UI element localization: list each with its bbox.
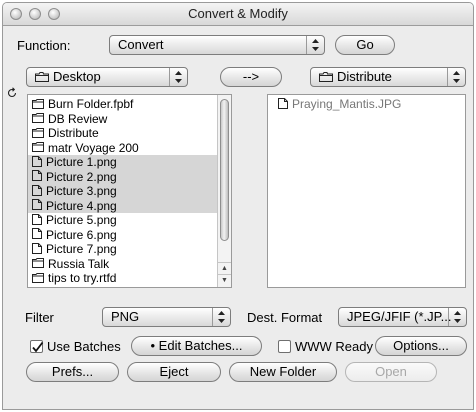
- list-item-label: DB Review: [48, 111, 108, 126]
- dest-format-popup[interactable]: JPEG/JFIF (*.JP...: [338, 307, 467, 327]
- list-item[interactable]: Picture 4.png: [28, 198, 231, 214]
- popup-arrows-icon: [448, 308, 466, 326]
- filter-popup[interactable]: PNG: [102, 307, 231, 327]
- popup-arrows-icon: [447, 68, 465, 86]
- file-icon: [32, 155, 42, 171]
- list-item[interactable]: Picture 5.png: [28, 213, 231, 228]
- list-item-label: Picture 4.png: [46, 198, 117, 213]
- source-location-popup[interactable]: Desktop: [26, 67, 188, 87]
- options-button[interactable]: Options...: [375, 336, 467, 356]
- www-ready-checkbox[interactable]: [278, 340, 291, 353]
- dest-format-popup-value: JPEG/JFIF (*.JP...: [347, 309, 452, 324]
- checkmark-icon: [32, 341, 44, 353]
- list-item-label: matr Voyage 200: [48, 140, 139, 155]
- file-icon: [32, 170, 42, 185]
- list-item[interactable]: matr Voyage 200: [28, 141, 231, 156]
- list-item-label: Picture 2.png: [46, 169, 117, 184]
- title-bar[interactable]: Convert & Modify: [3, 3, 473, 26]
- list-item[interactable]: Distribute: [28, 126, 231, 141]
- list-item[interactable]: Praying_Mantis.JPG: [274, 97, 465, 112]
- popup-arrows-icon: [169, 68, 187, 86]
- list-item-label: Russia Talk: [48, 256, 110, 271]
- transfer-button[interactable]: -->: [220, 67, 282, 87]
- list-item[interactable]: Picture 2.png: [28, 169, 231, 185]
- go-button[interactable]: Go: [335, 35, 395, 55]
- list-item[interactable]: DB Review: [28, 112, 231, 127]
- list-item[interactable]: Picture 7.png: [28, 242, 231, 257]
- function-label: Function:: [17, 38, 71, 53]
- folder-icon: [32, 127, 44, 142]
- destination-file-list[interactable]: Praying_Mantis.JPG: [267, 94, 466, 288]
- folder-icon: [319, 69, 333, 86]
- file-icon: [32, 228, 42, 243]
- list-item[interactable]: Picture 3.png: [28, 184, 231, 199]
- main-window: Convert & Modify Function: Convert Go De…: [2, 2, 474, 410]
- window-title: Convert & Modify: [188, 6, 288, 21]
- folder-icon: [32, 272, 44, 287]
- www-ready-label[interactable]: WWW Ready: [295, 339, 373, 354]
- use-batches-label[interactable]: Use Batches: [47, 339, 121, 354]
- edit-batches-button[interactable]: • Edit Batches...: [131, 336, 262, 356]
- destination-location-value: Distribute: [337, 69, 392, 84]
- dest-format-label: Dest. Format: [247, 310, 323, 325]
- list-item-label: Praying_Mantis.JPG: [292, 97, 402, 111]
- list-item[interactable]: Burn Folder.fpbf: [28, 97, 231, 112]
- folder-icon: [35, 69, 49, 86]
- source-scrollbar[interactable]: ▲ ▼: [217, 95, 231, 287]
- file-icon: [32, 184, 42, 200]
- folder-icon: [32, 98, 44, 113]
- prefs-button[interactable]: Prefs...: [26, 362, 119, 382]
- destination-location-popup[interactable]: Distribute: [310, 67, 466, 87]
- list-item-label: Burn Folder.fpbf: [48, 97, 134, 111]
- list-item-label: Picture 6.png: [46, 227, 117, 242]
- list-item-label: Picture 7.png: [46, 242, 117, 256]
- list-item-label: Picture 1.png: [46, 155, 117, 169]
- folder-icon: [32, 141, 44, 156]
- open-button[interactable]: Open: [345, 362, 437, 382]
- scroll-down-arrow-icon[interactable]: ▼: [218, 274, 231, 287]
- list-item-label: Picture 3.png: [46, 184, 117, 198]
- function-popup-value: Convert: [118, 37, 164, 52]
- list-item-label: Distribute: [48, 126, 99, 140]
- filter-popup-value: PNG: [111, 309, 140, 324]
- file-icon: [32, 213, 42, 229]
- file-icon: [32, 242, 42, 258]
- source-location-value: Desktop: [53, 69, 101, 84]
- file-icon: [278, 97, 288, 113]
- source-file-list[interactable]: Burn Folder.fpbf DB Review Distribute matr …: [27, 94, 232, 288]
- popup-arrows-icon: [212, 308, 230, 326]
- function-popup[interactable]: Convert: [109, 35, 325, 55]
- list-item[interactable]: Russia Talk: [28, 257, 231, 272]
- folder-icon: [32, 112, 44, 127]
- refresh-icon[interactable]: [6, 87, 18, 102]
- list-item[interactable]: Picture 6.png: [28, 228, 231, 243]
- list-item[interactable]: Picture 1.png: [28, 155, 231, 170]
- folder-icon: [32, 257, 44, 272]
- eject-button[interactable]: Eject: [127, 362, 221, 382]
- file-icon: [32, 199, 42, 214]
- popup-arrows-icon: [306, 36, 324, 54]
- new-folder-button[interactable]: New Folder: [229, 362, 337, 382]
- list-item-label: tips to try.rtfd: [48, 271, 117, 285]
- use-batches-checkbox[interactable]: [30, 340, 44, 353]
- scroll-thumb[interactable]: [220, 99, 229, 241]
- list-item-label: Picture 5.png: [46, 213, 117, 227]
- list-item[interactable]: tips to try.rtfd: [28, 271, 231, 286]
- filter-label: Filter: [25, 310, 54, 325]
